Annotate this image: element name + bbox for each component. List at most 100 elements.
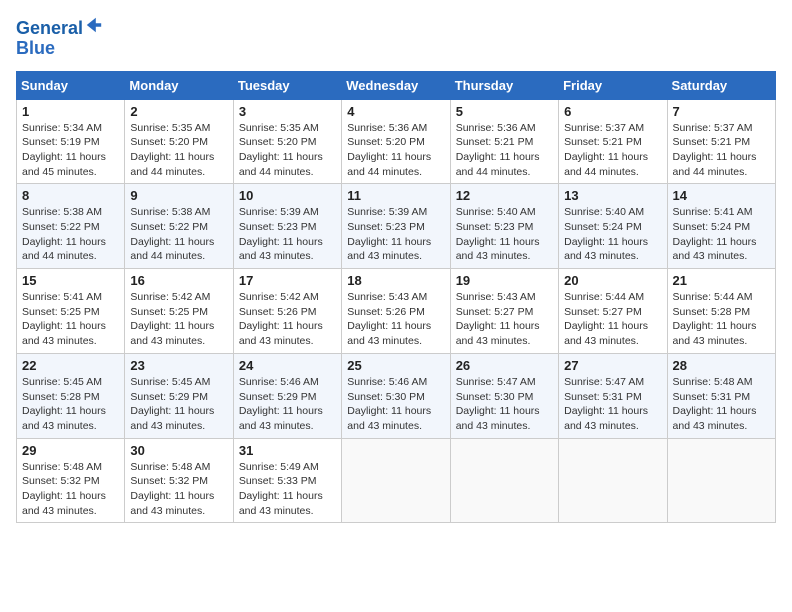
day-info: Sunrise: 5:43 AMSunset: 5:27 PMDaylight:… bbox=[456, 290, 553, 349]
calendar-day-cell: 3 Sunrise: 5:35 AMSunset: 5:20 PMDaylight… bbox=[233, 99, 341, 184]
day-number: 14 bbox=[673, 188, 770, 203]
day-number: 16 bbox=[130, 273, 227, 288]
day-info: Sunrise: 5:39 AMSunset: 5:23 PMDaylight:… bbox=[347, 205, 444, 264]
calendar-day-cell: 5 Sunrise: 5:36 AMSunset: 5:21 PMDaylight… bbox=[450, 99, 558, 184]
day-info: Sunrise: 5:38 AMSunset: 5:22 PMDaylight:… bbox=[22, 205, 119, 264]
day-info: Sunrise: 5:40 AMSunset: 5:23 PMDaylight:… bbox=[456, 205, 553, 264]
calendar-day-cell bbox=[559, 438, 667, 523]
calendar-day-cell: 9 Sunrise: 5:38 AMSunset: 5:22 PMDaylight… bbox=[125, 184, 233, 269]
calendar-week-row: 22 Sunrise: 5:45 AMSunset: 5:28 PMDayligh… bbox=[17, 353, 776, 438]
calendar-day-cell: 19 Sunrise: 5:43 AMSunset: 5:27 PMDayligh… bbox=[450, 269, 558, 354]
calendar-day-cell bbox=[342, 438, 450, 523]
calendar-day-cell: 20Sunrise: 5:44 AMSunset: 5:27 PMDayligh… bbox=[559, 269, 667, 354]
day-number: 19 bbox=[456, 273, 553, 288]
day-info: Sunrise: 5:48 AMSunset: 5:32 PMDaylight:… bbox=[22, 460, 119, 519]
day-info: Sunrise: 5:38 AMSunset: 5:22 PMDaylight:… bbox=[130, 205, 227, 264]
day-info: Sunrise: 5:42 AMSunset: 5:25 PMDaylight:… bbox=[130, 290, 227, 349]
calendar-day-cell: 28Sunrise: 5:48 AMSunset: 5:31 PMDayligh… bbox=[667, 353, 775, 438]
day-info: Sunrise: 5:35 AMSunset: 5:20 PMDaylight:… bbox=[239, 121, 336, 180]
calendar-day-cell bbox=[450, 438, 558, 523]
day-number: 17 bbox=[239, 273, 336, 288]
day-info: Sunrise: 5:36 AMSunset: 5:21 PMDaylight:… bbox=[456, 121, 553, 180]
day-info: Sunrise: 5:37 AMSunset: 5:21 PMDaylight:… bbox=[564, 121, 661, 180]
day-number: 6 bbox=[564, 104, 661, 119]
day-number: 31 bbox=[239, 443, 336, 458]
day-number: 12 bbox=[456, 188, 553, 203]
day-info: Sunrise: 5:35 AMSunset: 5:20 PMDaylight:… bbox=[130, 121, 227, 180]
calendar-day-cell: 27 Sunrise: 5:47 AMSunset: 5:31 PMDayligh… bbox=[559, 353, 667, 438]
day-info: Sunrise: 5:49 AMSunset: 5:33 PMDaylight:… bbox=[239, 460, 336, 519]
day-info: Sunrise: 5:41 AMSunset: 5:24 PMDaylight:… bbox=[673, 205, 770, 264]
day-number: 3 bbox=[239, 104, 336, 119]
logo: General Blue bbox=[16, 16, 103, 59]
day-info: Sunrise: 5:37 AMSunset: 5:21 PMDaylight:… bbox=[673, 121, 770, 180]
calendar-day-cell: 1Sunrise: 5:34 AMSunset: 5:19 PMDaylight… bbox=[17, 99, 125, 184]
day-info: Sunrise: 5:44 AMSunset: 5:27 PMDaylight:… bbox=[564, 290, 661, 349]
calendar-header-friday: Friday bbox=[559, 71, 667, 99]
calendar-day-cell: 17 Sunrise: 5:42 AMSunset: 5:26 PMDayligh… bbox=[233, 269, 341, 354]
calendar-day-cell: 18Sunrise: 5:43 AMSunset: 5:26 PMDayligh… bbox=[342, 269, 450, 354]
calendar-day-cell: 30 Sunrise: 5:48 AMSunset: 5:32 PMDayligh… bbox=[125, 438, 233, 523]
calendar-header-thursday: Thursday bbox=[450, 71, 558, 99]
day-info: Sunrise: 5:48 AMSunset: 5:32 PMDaylight:… bbox=[130, 460, 227, 519]
day-number: 7 bbox=[673, 104, 770, 119]
day-info: Sunrise: 5:36 AMSunset: 5:20 PMDaylight:… bbox=[347, 121, 444, 180]
day-number: 28 bbox=[673, 358, 770, 373]
calendar-day-cell: 31 Sunrise: 5:49 AMSunset: 5:33 PMDayligh… bbox=[233, 438, 341, 523]
day-number: 13 bbox=[564, 188, 661, 203]
calendar-day-cell: 7 Sunrise: 5:37 AMSunset: 5:21 PMDaylight… bbox=[667, 99, 775, 184]
day-number: 11 bbox=[347, 188, 444, 203]
day-info: Sunrise: 5:45 AMSunset: 5:28 PMDaylight:… bbox=[22, 375, 119, 434]
day-number: 22 bbox=[22, 358, 119, 373]
day-number: 25 bbox=[347, 358, 444, 373]
day-number: 23 bbox=[130, 358, 227, 373]
day-number: 4 bbox=[347, 104, 444, 119]
calendar-week-row: 15Sunrise: 5:41 AMSunset: 5:25 PMDayligh… bbox=[17, 269, 776, 354]
logo-text: General bbox=[16, 16, 103, 39]
day-info: Sunrise: 5:42 AMSunset: 5:26 PMDaylight:… bbox=[239, 290, 336, 349]
day-info: Sunrise: 5:46 AMSunset: 5:29 PMDaylight:… bbox=[239, 375, 336, 434]
calendar-day-cell: 25Sunrise: 5:46 AMSunset: 5:30 PMDayligh… bbox=[342, 353, 450, 438]
day-info: Sunrise: 5:44 AMSunset: 5:28 PMDaylight:… bbox=[673, 290, 770, 349]
calendar-day-cell: 16 Sunrise: 5:42 AMSunset: 5:25 PMDayligh… bbox=[125, 269, 233, 354]
day-number: 29 bbox=[22, 443, 119, 458]
day-info: Sunrise: 5:47 AMSunset: 5:31 PMDaylight:… bbox=[564, 375, 661, 434]
calendar-day-cell: 14 Sunrise: 5:41 AMSunset: 5:24 PMDayligh… bbox=[667, 184, 775, 269]
calendar-day-cell: 26Sunrise: 5:47 AMSunset: 5:30 PMDayligh… bbox=[450, 353, 558, 438]
logo-arrow-icon bbox=[85, 16, 103, 34]
day-info: Sunrise: 5:45 AMSunset: 5:29 PMDaylight:… bbox=[130, 375, 227, 434]
calendar-day-cell: 15Sunrise: 5:41 AMSunset: 5:25 PMDayligh… bbox=[17, 269, 125, 354]
calendar-day-cell: 10Sunrise: 5:39 AMSunset: 5:23 PMDayligh… bbox=[233, 184, 341, 269]
calendar-day-cell: 6 Sunrise: 5:37 AMSunset: 5:21 PMDaylight… bbox=[559, 99, 667, 184]
calendar-day-cell: 24Sunrise: 5:46 AMSunset: 5:29 PMDayligh… bbox=[233, 353, 341, 438]
calendar-week-row: 1Sunrise: 5:34 AMSunset: 5:19 PMDaylight… bbox=[17, 99, 776, 184]
calendar-header-sunday: Sunday bbox=[17, 71, 125, 99]
day-info: Sunrise: 5:40 AMSunset: 5:24 PMDaylight:… bbox=[564, 205, 661, 264]
day-info: Sunrise: 5:39 AMSunset: 5:23 PMDaylight:… bbox=[239, 205, 336, 264]
calendar-week-row: 29 Sunrise: 5:48 AMSunset: 5:32 PMDayligh… bbox=[17, 438, 776, 523]
calendar-header-row: SundayMondayTuesdayWednesdayThursdayFrid… bbox=[17, 71, 776, 99]
day-number: 27 bbox=[564, 358, 661, 373]
logo-blue-text: Blue bbox=[16, 39, 103, 59]
day-number: 8 bbox=[22, 188, 119, 203]
calendar-day-cell: 23 Sunrise: 5:45 AMSunset: 5:29 PMDayligh… bbox=[125, 353, 233, 438]
calendar-day-cell: 11 Sunrise: 5:39 AMSunset: 5:23 PMDayligh… bbox=[342, 184, 450, 269]
day-number: 5 bbox=[456, 104, 553, 119]
calendar-day-cell: 8 Sunrise: 5:38 AMSunset: 5:22 PMDaylight… bbox=[17, 184, 125, 269]
calendar-header-tuesday: Tuesday bbox=[233, 71, 341, 99]
day-number: 1 bbox=[22, 104, 119, 119]
day-number: 30 bbox=[130, 443, 227, 458]
calendar-day-cell bbox=[667, 438, 775, 523]
calendar-day-cell: 12 Sunrise: 5:40 AMSunset: 5:23 PMDayligh… bbox=[450, 184, 558, 269]
day-info: Sunrise: 5:41 AMSunset: 5:25 PMDaylight:… bbox=[22, 290, 119, 349]
day-number: 26 bbox=[456, 358, 553, 373]
calendar-header-monday: Monday bbox=[125, 71, 233, 99]
calendar-day-cell: 2Sunrise: 5:35 AMSunset: 5:20 PMDaylight… bbox=[125, 99, 233, 184]
day-number: 21 bbox=[673, 273, 770, 288]
calendar-week-row: 8 Sunrise: 5:38 AMSunset: 5:22 PMDaylight… bbox=[17, 184, 776, 269]
calendar-day-cell: 4 Sunrise: 5:36 AMSunset: 5:20 PMDaylight… bbox=[342, 99, 450, 184]
calendar-day-cell: 13 Sunrise: 5:40 AMSunset: 5:24 PMDayligh… bbox=[559, 184, 667, 269]
day-number: 9 bbox=[130, 188, 227, 203]
day-number: 18 bbox=[347, 273, 444, 288]
calendar-header-saturday: Saturday bbox=[667, 71, 775, 99]
